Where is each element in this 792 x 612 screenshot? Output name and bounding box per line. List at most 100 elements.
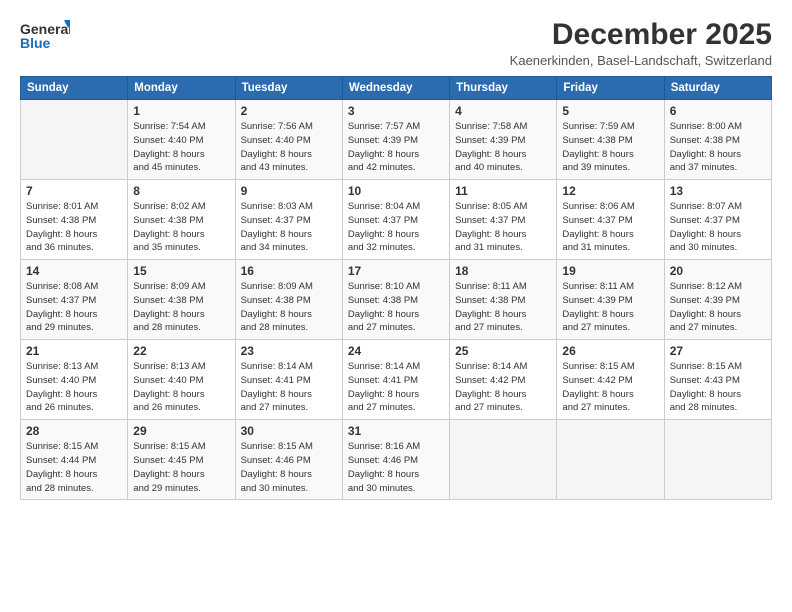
day-number: 3 (348, 104, 444, 118)
day-cell: 18 Sunrise: 8:11 AMSunset: 4:38 PMDayligh… (450, 260, 557, 340)
header-cell-friday: Friday (557, 77, 664, 100)
cell-content: Sunrise: 7:58 AMSunset: 4:39 PMDaylight:… (455, 121, 527, 173)
cell-content: Sunrise: 7:54 AMSunset: 4:40 PMDaylight:… (133, 121, 205, 173)
day-number: 28 (26, 424, 122, 438)
cell-content: Sunrise: 7:56 AMSunset: 4:40 PMDaylight:… (241, 121, 313, 173)
header-cell-thursday: Thursday (450, 77, 557, 100)
cell-content: Sunrise: 8:03 AMSunset: 4:37 PMDaylight:… (241, 201, 313, 253)
week-row-4: 21 Sunrise: 8:13 AMSunset: 4:40 PMDayligh… (21, 340, 772, 420)
day-cell: 26 Sunrise: 8:15 AMSunset: 4:42 PMDayligh… (557, 340, 664, 420)
day-cell: 1 Sunrise: 7:54 AMSunset: 4:40 PMDaylight… (128, 100, 235, 180)
header-cell-saturday: Saturday (664, 77, 771, 100)
day-number: 27 (670, 344, 766, 358)
week-row-3: 14Sunrise: 8:08 AMSunset: 4:37 PMDayligh… (21, 260, 772, 340)
cell-content: Sunrise: 8:07 AMSunset: 4:37 PMDaylight:… (670, 201, 742, 253)
day-cell: 30Sunrise: 8:15 AMSunset: 4:46 PMDayligh… (235, 420, 342, 500)
day-cell: 5 Sunrise: 7:59 AMSunset: 4:38 PMDaylight… (557, 100, 664, 180)
cell-content: Sunrise: 8:10 AMSunset: 4:38 PMDaylight:… (348, 281, 420, 333)
week-row-5: 28 Sunrise: 8:15 AMSunset: 4:44 PMDayligh… (21, 420, 772, 500)
cell-content: Sunrise: 8:16 AMSunset: 4:46 PMDaylight:… (348, 441, 420, 493)
day-cell (450, 420, 557, 500)
cell-content: Sunrise: 8:12 AMSunset: 4:39 PMDaylight:… (670, 281, 742, 333)
day-cell: 29 Sunrise: 8:15 AMSunset: 4:45 PMDayligh… (128, 420, 235, 500)
day-cell: 9 Sunrise: 8:03 AMSunset: 4:37 PMDaylight… (235, 180, 342, 260)
day-number: 8 (133, 184, 229, 198)
cell-content: Sunrise: 8:06 AMSunset: 4:37 PMDaylight:… (562, 201, 634, 253)
day-cell (557, 420, 664, 500)
day-cell: 27 Sunrise: 8:15 AMSunset: 4:43 PMDayligh… (664, 340, 771, 420)
header-cell-monday: Monday (128, 77, 235, 100)
cell-content: Sunrise: 8:09 AMSunset: 4:38 PMDaylight:… (133, 281, 205, 333)
day-number: 22 (133, 344, 229, 358)
cell-content: Sunrise: 8:08 AMSunset: 4:37 PMDaylight:… (26, 281, 98, 333)
header: General Blue December 2025 Kaenerkinden,… (20, 18, 772, 68)
logo: General Blue (20, 18, 70, 56)
day-cell: 17Sunrise: 8:10 AMSunset: 4:38 PMDayligh… (342, 260, 449, 340)
day-number: 21 (26, 344, 122, 358)
cell-content: Sunrise: 7:59 AMSunset: 4:38 PMDaylight:… (562, 121, 634, 173)
day-cell: 20Sunrise: 8:12 AMSunset: 4:39 PMDayligh… (664, 260, 771, 340)
day-number: 6 (670, 104, 766, 118)
cell-content: Sunrise: 8:00 AMSunset: 4:38 PMDaylight:… (670, 121, 742, 173)
day-number: 26 (562, 344, 658, 358)
cell-content: Sunrise: 8:13 AMSunset: 4:40 PMDaylight:… (26, 361, 98, 413)
day-number: 5 (562, 104, 658, 118)
cell-content: Sunrise: 8:14 AMSunset: 4:41 PMDaylight:… (241, 361, 313, 413)
day-cell: 25 Sunrise: 8:14 AMSunset: 4:42 PMDayligh… (450, 340, 557, 420)
cell-content: Sunrise: 8:11 AMSunset: 4:38 PMDaylight:… (455, 281, 527, 333)
cell-content: Sunrise: 8:15 AMSunset: 4:46 PMDaylight:… (241, 441, 313, 493)
title-block: December 2025 Kaenerkinden, Basel-Landsc… (510, 18, 772, 68)
day-cell: 23 Sunrise: 8:14 AMSunset: 4:41 PMDayligh… (235, 340, 342, 420)
day-cell: 13Sunrise: 8:07 AMSunset: 4:37 PMDayligh… (664, 180, 771, 260)
cell-content: Sunrise: 8:01 AMSunset: 4:38 PMDaylight:… (26, 201, 98, 253)
day-number: 9 (241, 184, 337, 198)
cell-content: Sunrise: 8:02 AMSunset: 4:38 PMDaylight:… (133, 201, 205, 253)
day-cell: 15Sunrise: 8:09 AMSunset: 4:38 PMDayligh… (128, 260, 235, 340)
day-number: 31 (348, 424, 444, 438)
day-number: 7 (26, 184, 122, 198)
cell-content: Sunrise: 8:15 AMSunset: 4:45 PMDaylight:… (133, 441, 205, 493)
day-cell: 22 Sunrise: 8:13 AMSunset: 4:40 PMDayligh… (128, 340, 235, 420)
day-number: 23 (241, 344, 337, 358)
svg-text:Blue: Blue (20, 35, 51, 51)
cell-content: Sunrise: 8:14 AMSunset: 4:42 PMDaylight:… (455, 361, 527, 413)
day-cell: 21 Sunrise: 8:13 AMSunset: 4:40 PMDayligh… (21, 340, 128, 420)
day-cell (664, 420, 771, 500)
logo-svg: General Blue (20, 18, 70, 56)
calendar-table: SundayMondayTuesdayWednesdayThursdayFrid… (20, 76, 772, 500)
cell-content: Sunrise: 8:15 AMSunset: 4:44 PMDaylight:… (26, 441, 98, 493)
day-cell: 11Sunrise: 8:05 AMSunset: 4:37 PMDayligh… (450, 180, 557, 260)
header-cell-tuesday: Tuesday (235, 77, 342, 100)
subtitle: Kaenerkinden, Basel-Landschaft, Switzerl… (510, 53, 772, 68)
day-cell: 8 Sunrise: 8:02 AMSunset: 4:38 PMDaylight… (128, 180, 235, 260)
calendar-page: General Blue December 2025 Kaenerkinden,… (0, 0, 792, 612)
day-number: 29 (133, 424, 229, 438)
header-row: SundayMondayTuesdayWednesdayThursdayFrid… (21, 77, 772, 100)
header-cell-wednesday: Wednesday (342, 77, 449, 100)
cell-content: Sunrise: 7:57 AMSunset: 4:39 PMDaylight:… (348, 121, 420, 173)
day-cell: 6 Sunrise: 8:00 AMSunset: 4:38 PMDaylight… (664, 100, 771, 180)
day-number: 4 (455, 104, 551, 118)
day-number: 12 (562, 184, 658, 198)
day-number: 1 (133, 104, 229, 118)
day-cell: 10 Sunrise: 8:04 AMSunset: 4:37 PMDayligh… (342, 180, 449, 260)
cell-content: Sunrise: 8:11 AMSunset: 4:39 PMDaylight:… (562, 281, 634, 333)
header-cell-sunday: Sunday (21, 77, 128, 100)
day-cell: 2Sunrise: 7:56 AMSunset: 4:40 PMDaylight… (235, 100, 342, 180)
cell-content: Sunrise: 8:15 AMSunset: 4:42 PMDaylight:… (562, 361, 634, 413)
day-cell: 4 Sunrise: 7:58 AMSunset: 4:39 PMDaylight… (450, 100, 557, 180)
cell-content: Sunrise: 8:04 AMSunset: 4:37 PMDaylight:… (348, 201, 420, 253)
day-number: 25 (455, 344, 551, 358)
day-number: 18 (455, 264, 551, 278)
cell-content: Sunrise: 8:09 AMSunset: 4:38 PMDaylight:… (241, 281, 313, 333)
day-cell: 24Sunrise: 8:14 AMSunset: 4:41 PMDayligh… (342, 340, 449, 420)
day-number: 16 (241, 264, 337, 278)
day-cell: 31 Sunrise: 8:16 AMSunset: 4:46 PMDayligh… (342, 420, 449, 500)
day-cell: 7 Sunrise: 8:01 AMSunset: 4:38 PMDaylight… (21, 180, 128, 260)
day-cell: 28 Sunrise: 8:15 AMSunset: 4:44 PMDayligh… (21, 420, 128, 500)
cell-content: Sunrise: 8:13 AMSunset: 4:40 PMDaylight:… (133, 361, 205, 413)
cell-content: Sunrise: 8:15 AMSunset: 4:43 PMDaylight:… (670, 361, 742, 413)
calendar-body: 1 Sunrise: 7:54 AMSunset: 4:40 PMDaylight… (21, 100, 772, 500)
day-cell: 12 Sunrise: 8:06 AMSunset: 4:37 PMDayligh… (557, 180, 664, 260)
day-number: 10 (348, 184, 444, 198)
